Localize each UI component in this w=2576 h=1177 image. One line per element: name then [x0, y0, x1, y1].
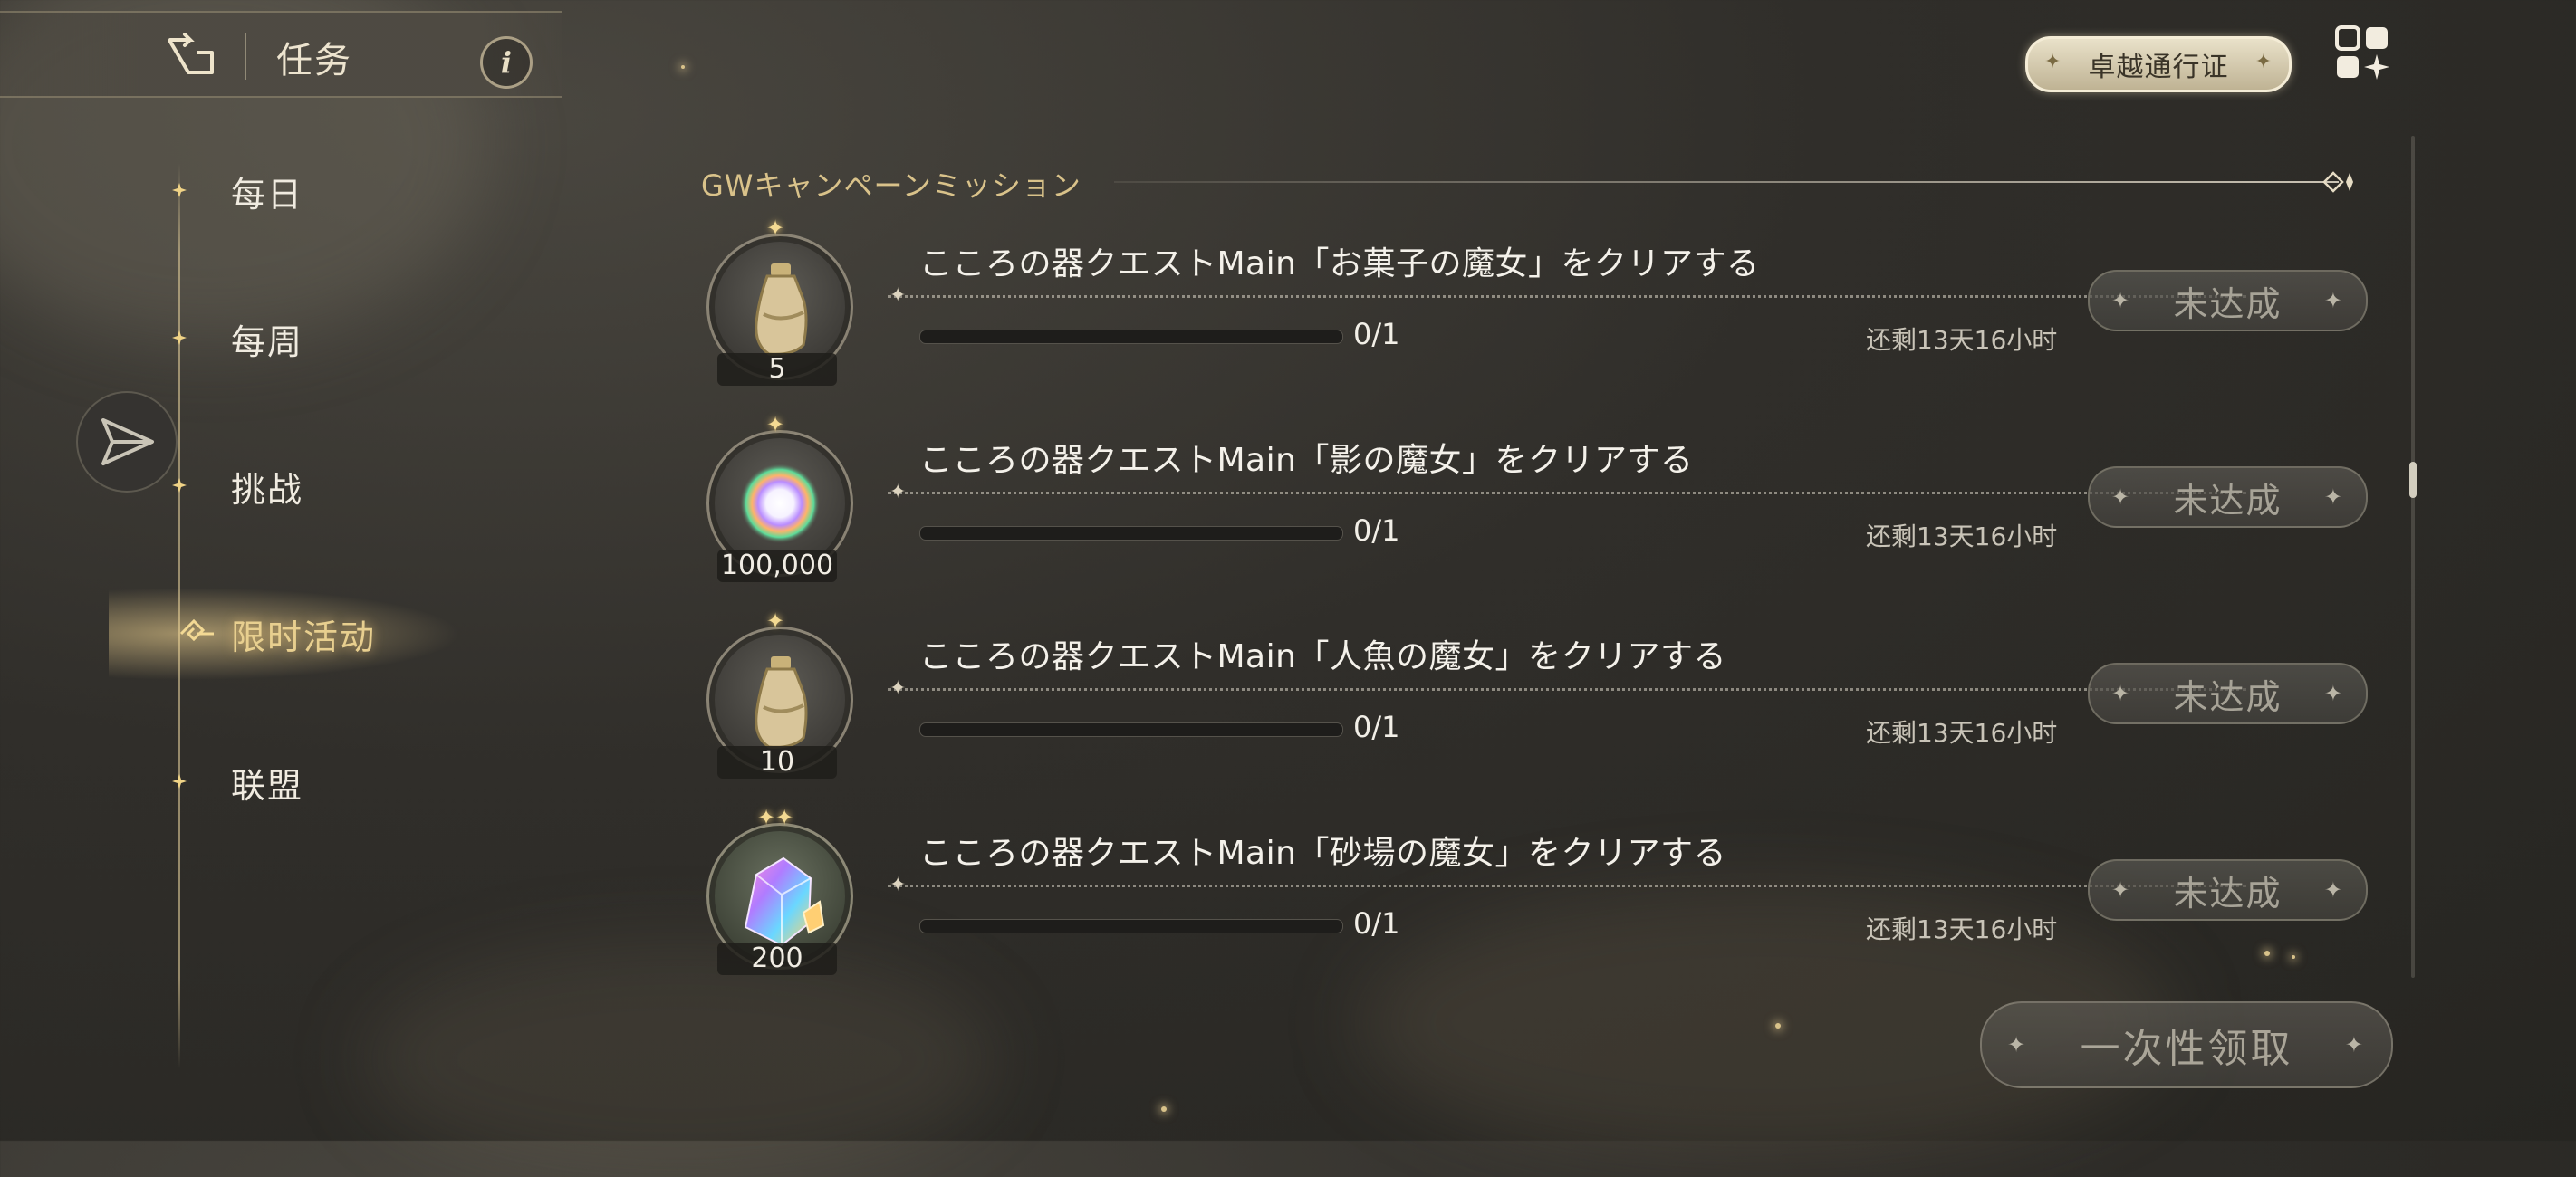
star-icon: ✦: [2344, 1032, 2366, 1057]
title-divider: [245, 33, 246, 80]
back-icon[interactable]: [163, 33, 221, 80]
star-icon: ✦: [2254, 51, 2273, 73]
page-title: 任务: [276, 40, 352, 81]
premium-pass-label: 卓越通行证: [2088, 52, 2229, 83]
progress-text: 0/1: [1353, 317, 1400, 351]
task-name: こころの器クエストMain「影の魔女」をクリアする: [919, 442, 1694, 479]
star-icon: ✦: [2323, 288, 2344, 313]
task-row: ✦✦ 200 こころの器クエストMain「砂場の魔女」をクリアする ✦ 0/1 …: [706, 805, 2400, 993]
nav-item-challenge[interactable]: 挑战: [231, 462, 303, 512]
active-tab-emblem-icon: [179, 618, 214, 642]
star-icon: ✦: [2111, 288, 2132, 313]
share-button[interactable]: [76, 391, 178, 493]
header-bar: 任务 i: [0, 11, 562, 98]
nav-star-icon: [172, 478, 187, 493]
star-icon: ✦: [2111, 484, 2132, 510]
status-label: 未达成: [2173, 873, 2283, 914]
task-name: こころの器クエストMain「砂場の魔女」をクリアする: [919, 835, 1726, 872]
divider-star-icon: ✦: [889, 481, 907, 503]
dotted-divider: [888, 492, 2246, 494]
section-title: GWキャンペーンミッション: [701, 168, 1081, 203]
status-button[interactable]: ✦ 未达成 ✦: [2088, 663, 2368, 724]
task-row: ✦ 5 こころの器クエストMain「お菓子の魔女」をクリアする ✦ 0/1 还剩…: [706, 215, 2400, 404]
paper-plane-icon: [101, 418, 154, 465]
reward-count: 100,000: [717, 550, 837, 582]
progress-bar: [919, 330, 1343, 344]
reward-count: 200: [717, 943, 837, 975]
status-button[interactable]: ✦ 未达成 ✦: [2088, 859, 2368, 921]
reward-rarity-star-icon: ✦: [766, 215, 785, 241]
star-icon: ✦: [2323, 681, 2344, 706]
status-button[interactable]: ✦ 未达成 ✦: [2088, 466, 2368, 528]
divider-star-icon: ✦: [889, 677, 907, 700]
status-button[interactable]: ✦ 未达成 ✦: [2088, 270, 2368, 331]
reward-count: 10: [717, 746, 837, 779]
dotted-divider: [888, 885, 2246, 887]
time-remaining: 还剩13天16小时: [1866, 914, 2058, 944]
progress-bar: [919, 722, 1343, 737]
task-name: こころの器クエストMain「人魚の魔女」をクリアする: [919, 638, 1726, 675]
star-icon: ✦: [2323, 484, 2344, 510]
progress-bar: [919, 919, 1343, 933]
reward-rarity-star-icon: ✦✦: [757, 805, 794, 830]
divider-star-icon: ✦: [889, 284, 907, 307]
reward-rarity-star-icon: ✦: [766, 608, 785, 634]
star-icon: ✦: [2323, 877, 2344, 903]
task-name: こころの器クエストMain「お菓子の魔女」をクリアする: [919, 245, 1760, 282]
star-icon: ✦: [2111, 877, 2132, 903]
time-remaining: 还剩13天16小时: [1866, 718, 2058, 748]
premium-pass-button[interactable]: ✦ 卓越通行证 ✦: [2025, 36, 2292, 92]
claim-all-button[interactable]: ✦ 一次性领取 ✦: [1980, 1001, 2393, 1088]
status-label: 未达成: [2173, 283, 2283, 324]
scrollbar[interactable]: [2409, 136, 2417, 978]
status-label: 未达成: [2173, 676, 2283, 717]
nav-star-icon: [172, 183, 187, 197]
divider-star-icon: ✦: [889, 874, 907, 896]
divider-ornament-icon: [2322, 171, 2353, 193]
dotted-divider: [888, 295, 2246, 298]
nav-item-alliance[interactable]: 联盟: [231, 758, 303, 808]
menu-grid-icon[interactable]: [2333, 24, 2391, 81]
time-remaining: 还剩13天16小时: [1866, 522, 2058, 551]
dotted-divider: [888, 688, 2246, 691]
star-icon: ✦: [2007, 1032, 2029, 1057]
nav-star-icon: [172, 774, 187, 789]
claim-all-label: 一次性领取: [2080, 1026, 2293, 1072]
nav-item-weekly[interactable]: 每周: [231, 314, 303, 364]
nav-item-daily[interactable]: 每日: [231, 167, 303, 216]
progress-bar: [919, 526, 1343, 541]
time-remaining: 还剩13天16小时: [1866, 325, 2058, 355]
scrollbar-thumb[interactable]: [2409, 462, 2417, 498]
reward-rarity-star-icon: ✦: [766, 412, 785, 437]
progress-text: 0/1: [1353, 710, 1400, 744]
task-row: ✦ 10 こころの器クエストMain「人魚の魔女」をクリアする ✦ 0/1 还剩…: [706, 608, 2400, 797]
progress-text: 0/1: [1353, 513, 1400, 548]
status-label: 未达成: [2173, 480, 2283, 521]
reward-count: 5: [717, 353, 837, 386]
info-button[interactable]: i: [480, 36, 533, 89]
nav-star-icon: [172, 330, 187, 345]
section-divider: [1114, 181, 2339, 183]
star-icon: ✦: [2044, 51, 2062, 73]
nav-item-limited-event[interactable]: 限时活动: [231, 609, 376, 659]
progress-text: 0/1: [1353, 906, 1400, 941]
task-row: ✦ 100,000 こころの器クエストMain「影の魔女」をクリアする ✦ 0/…: [706, 412, 2400, 600]
star-icon: ✦: [2111, 681, 2132, 706]
